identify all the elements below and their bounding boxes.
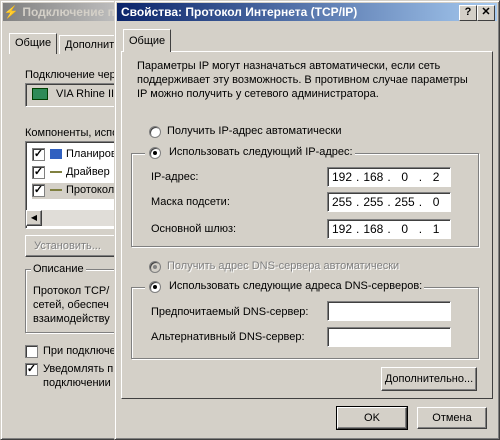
dns-group [131, 287, 479, 359]
description-line: взаимодейству [33, 313, 110, 325]
dialog-title: Свойства: Протокол Интернета (TCP/IP) [121, 5, 358, 19]
install-button[interactable]: Установить... [25, 235, 125, 257]
ip-octet: 2 [432, 170, 440, 184]
info-text: Параметры IP могут назначаться автоматич… [137, 60, 468, 100]
ip-octet: 168 [363, 222, 384, 236]
component-label: Планиров [66, 148, 117, 160]
preferred-dns-label: Предпочитаемый DNS-сервер: [151, 306, 309, 318]
back-window-title: Подключение п [22, 5, 115, 19]
tcpip-properties-dialog: Свойства: Протокол Интернета (TCP/IP) ? … [114, 0, 500, 440]
ok-button[interactable]: OK [336, 406, 408, 430]
ip-octet: 192 [331, 222, 353, 236]
ip-manual-label: Использовать следующий IP-адрес: [169, 146, 353, 158]
network-icon: ⚡ [3, 5, 19, 19]
driver-icon [50, 171, 62, 173]
ip-octet: 192 [331, 170, 353, 184]
ip-octet: 0 [401, 170, 409, 184]
back-tab-general-label: Общие [15, 37, 52, 49]
advanced-button[interactable]: Дополнительно... [381, 367, 477, 391]
ip-auto-radio[interactable] [149, 126, 161, 138]
help-button[interactable]: ? [459, 5, 477, 21]
network-card-icon [32, 88, 48, 100]
connect-label: Подключение чер [25, 69, 116, 81]
components-list[interactable]: ✓ Планиров ✓ Драйвер ✓ Протокол ◀ [25, 141, 132, 229]
dns-manual-radio[interactable] [149, 281, 161, 293]
notify-label: Уведомлять п [43, 363, 114, 375]
notify-label-line2: подключении [43, 377, 111, 389]
close-button[interactable]: ✕ [477, 5, 495, 21]
dialog-titlebar[interactable]: Свойства: Протокол Интернета (TCP/IP) [117, 3, 497, 21]
ip-manual-legend: Использовать следующий IP-адрес: [145, 146, 355, 160]
description-line: сетей, обеспеч [33, 299, 109, 311]
back-window: ⚡ Подключение п Общие Дополнит Подключен… [0, 0, 132, 440]
tab-general-label: Общие [129, 35, 166, 47]
description-legend: Описание [31, 263, 86, 275]
ip-octet: 255 [394, 195, 415, 209]
components-label: Компоненты, испо [25, 127, 119, 139]
back-window-titlebar[interactable]: ⚡ Подключение п [3, 3, 121, 21]
preferred-dns-input[interactable] [327, 301, 451, 321]
description-line: Протокол TCP/ [33, 285, 110, 297]
dns-auto-radio[interactable] [149, 261, 161, 273]
ip-octet: 168 [363, 170, 384, 184]
component-checkbox[interactable]: ✓ [32, 166, 45, 179]
component-label: Драйвер [66, 166, 110, 178]
alternate-dns-input[interactable] [327, 327, 451, 347]
tab-general[interactable]: Общие [123, 29, 172, 52]
adapter-name: VIA Rhine II [56, 88, 115, 100]
ip-octet: 0 [432, 195, 440, 209]
ip-octet: 0 [401, 222, 409, 236]
notify-checkbox[interactable]: ✓ [25, 363, 38, 376]
show-icon-label: При подключе [43, 345, 116, 357]
scheduler-icon [50, 149, 62, 159]
protocol-icon [50, 189, 62, 191]
ip-address-input[interactable]: 192. 168. 0. 2 [327, 167, 451, 187]
scroll-left-button[interactable]: ◀ [26, 210, 42, 226]
ip-address-label: IP-адрес: [151, 171, 199, 183]
dns-manual-legend: Использовать следующие адреса DNS-сервер… [145, 280, 425, 294]
subnet-mask-input[interactable]: 255. 255. 255. 0 [327, 192, 451, 212]
alternate-dns-label: Альтернативный DNS-сервер: [151, 331, 305, 343]
ip-octet: 1 [432, 222, 440, 236]
gateway-input[interactable]: 192. 168. 0. 1 [327, 219, 451, 239]
component-checkbox[interactable]: ✓ [32, 148, 45, 161]
cancel-button[interactable]: Отмена [417, 407, 487, 429]
ip-octet: 255 [331, 195, 353, 209]
back-tab-advanced-label: Дополнит [65, 39, 115, 51]
dns-auto-label: Получить адрес DNS-сервера автоматически [167, 260, 400, 272]
back-tab-general[interactable]: Общие [9, 33, 58, 54]
subnet-mask-label: Маска подсети: [151, 196, 230, 208]
component-checkbox[interactable]: ✓ [32, 184, 45, 197]
show-icon-checkbox[interactable] [25, 345, 38, 358]
ip-octet: 255 [363, 195, 384, 209]
back-tab-advanced[interactable]: Дополнит [59, 35, 121, 54]
adapter-field: VIA Rhine II [25, 83, 125, 107]
ip-auto-label: Получить IP-адрес автоматически [167, 125, 342, 137]
dns-manual-label: Использовать следующие адреса DNS-сервер… [169, 280, 423, 292]
horizontal-scrollbar[interactable]: ◀ [26, 210, 126, 226]
ip-manual-radio[interactable] [149, 147, 161, 159]
component-label: Протокол [66, 184, 115, 196]
gateway-label: Основной шлюз: [151, 223, 237, 235]
